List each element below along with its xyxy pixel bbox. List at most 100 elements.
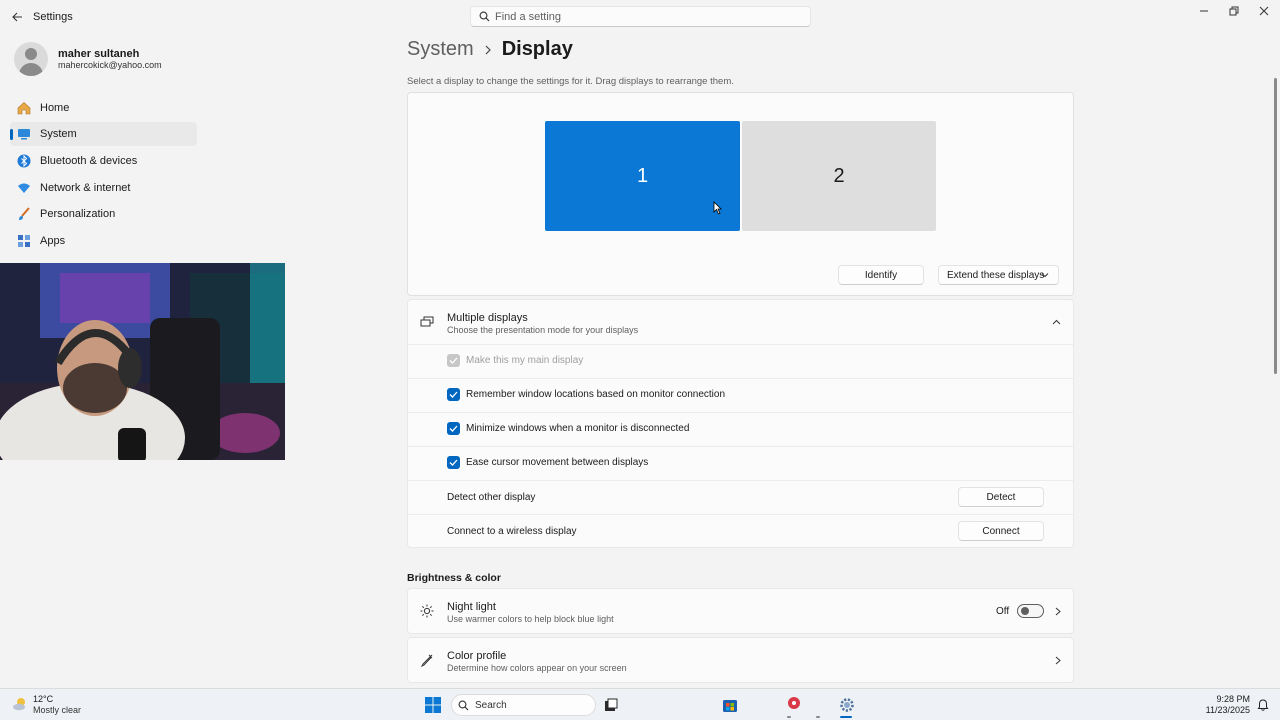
color-profile-card[interactable]: Color profile Determine how colors appea…	[407, 637, 1074, 683]
sidebar-item-bluetooth[interactable]: Bluetooth & devices	[10, 149, 197, 173]
main-display-option: Make this my main display	[447, 354, 583, 367]
scrollbar[interactable]	[1274, 78, 1277, 374]
remember-locations-checkbox[interactable]	[447, 388, 460, 401]
night-light-state: Off	[996, 606, 1010, 617]
ease-cursor-option[interactable]: Ease cursor movement between displays	[447, 456, 648, 469]
checkmark-icon	[449, 391, 458, 398]
sidebar-item-label: Personalization	[40, 208, 116, 220]
find-setting-search[interactable]	[470, 6, 811, 27]
record-app-icon	[788, 697, 800, 709]
restore-button[interactable]	[1219, 0, 1249, 22]
minimize-windows-checkbox[interactable]	[447, 422, 460, 435]
webcam-person-image	[0, 263, 285, 460]
eyedropper-icon	[420, 654, 433, 667]
store-button[interactable]	[720, 695, 740, 715]
chevron-right-icon	[485, 45, 491, 54]
search-icon	[479, 11, 490, 22]
minimize-button[interactable]	[1189, 0, 1219, 22]
main-display-checkbox	[447, 354, 460, 367]
weather-temperature[interactable]: 12°C	[33, 694, 53, 704]
night-light-subtitle: Use warmer colors to help block blue lig…	[447, 614, 614, 624]
app-title: Settings	[33, 11, 73, 23]
connect-button[interactable]: Connect	[958, 521, 1044, 541]
detect-other-display-label: Detect other display	[447, 492, 536, 503]
sidebar-item-system[interactable]: System	[10, 122, 197, 146]
recording-app-button[interactable]	[784, 695, 804, 715]
night-light-card[interactable]: Night light Use warmer colors to help bl…	[407, 588, 1074, 634]
webcam-overlay	[0, 263, 285, 460]
sidebar-item-network[interactable]: Network & internet	[10, 176, 197, 200]
remember-locations-label: Remember window locations based on monit…	[466, 389, 726, 400]
chevron-right-icon	[1055, 656, 1061, 665]
settings-app-button[interactable]	[837, 695, 857, 715]
detect-button[interactable]: Detect	[958, 487, 1044, 507]
checkmark-icon	[449, 425, 458, 432]
remember-locations-option[interactable]: Remember window locations based on monit…	[447, 388, 725, 401]
taskbar-search[interactable]: Search	[451, 694, 596, 716]
chevron-up-icon	[1052, 319, 1061, 325]
task-view-icon	[605, 698, 618, 711]
multiple-displays-subtitle: Choose the presentation mode for your di…	[447, 325, 639, 335]
user-email: mahercokick@yahoo.com	[58, 60, 162, 70]
search-icon	[458, 700, 469, 711]
monitor-2-tile[interactable]: 2	[742, 121, 936, 231]
windows-logo-icon	[425, 697, 441, 713]
store-icon	[723, 700, 737, 712]
avatar[interactable]	[14, 42, 48, 76]
home-icon	[17, 102, 31, 115]
multiple-displays-card: Multiple displays Choose the presentatio…	[407, 299, 1074, 548]
clock-time[interactable]: 9:28 PM	[1216, 694, 1250, 704]
checkmark-icon	[449, 357, 458, 364]
taskbar: 12°C Mostly clear Search 9:28 PM 11/23/2…	[0, 688, 1280, 720]
sidebar-item-label: Home	[40, 102, 70, 114]
arrange-hint: Select a display to change the settings …	[407, 76, 734, 87]
display-arrangement-panel: 1 2 Identify Extend these displays	[407, 92, 1074, 296]
back-button[interactable]	[8, 8, 26, 26]
close-icon	[1259, 6, 1269, 16]
ease-cursor-checkbox[interactable]	[447, 456, 460, 469]
search-input[interactable]	[495, 9, 795, 24]
chevron-right-icon	[1055, 607, 1061, 616]
wireless-display-label: Connect to a wireless display	[447, 526, 577, 537]
sidebar-item-label: Apps	[40, 235, 66, 247]
bluetooth-icon	[17, 154, 31, 168]
sidebar-item-home[interactable]: Home	[10, 96, 197, 120]
brightness-section-title: Brightness & color	[407, 572, 501, 584]
minimize-windows-label: Minimize windows when a monitor is disco…	[466, 423, 690, 434]
brush-icon	[19, 207, 30, 220]
running-indicator	[816, 716, 820, 718]
taskbar-app-button[interactable]	[808, 695, 828, 715]
title-bar: Settings	[0, 0, 1280, 34]
ease-cursor-label: Ease cursor movement between displays	[466, 457, 649, 468]
identify-button[interactable]: Identify	[838, 265, 924, 285]
sidebar-item-label: Network & internet	[40, 182, 131, 194]
monitor-icon	[18, 129, 30, 140]
multiple-displays-header[interactable]: Multiple displays Choose the presentatio…	[408, 300, 1073, 344]
display-mode-dropdown[interactable]: Extend these displays	[938, 265, 1059, 285]
task-view-button[interactable]	[601, 695, 621, 715]
apps-icon	[18, 235, 30, 247]
sidebar-item-apps[interactable]: Apps	[10, 229, 197, 253]
start-button[interactable]	[423, 695, 443, 715]
close-button[interactable]	[1249, 0, 1279, 22]
multiple-monitors-icon	[420, 316, 434, 327]
back-arrow-icon	[11, 12, 22, 22]
weather-condition[interactable]: Mostly clear	[33, 705, 81, 715]
main-display-label: Make this my main display	[466, 355, 584, 366]
clock-date[interactable]: 11/23/2025	[1206, 705, 1250, 715]
wifi-icon	[18, 183, 30, 193]
mouse-cursor-icon	[713, 201, 722, 215]
user-name: maher sultaneh	[58, 48, 140, 60]
active-app-indicator	[840, 716, 852, 718]
breadcrumb-parent[interactable]: System	[407, 38, 474, 61]
sun-icon	[420, 604, 434, 618]
night-light-title: Night light	[447, 601, 496, 613]
chevron-down-icon	[1041, 273, 1049, 278]
notification-bell-icon[interactable]	[1257, 699, 1269, 711]
sidebar-item-personalization[interactable]: Personalization	[10, 202, 197, 226]
display-mode-value: Extend these displays	[947, 269, 1045, 281]
night-light-toggle[interactable]	[1017, 604, 1044, 618]
sidebar-item-label: System	[40, 128, 77, 140]
minimize-windows-option[interactable]: Minimize windows when a monitor is disco…	[447, 422, 689, 435]
monitor-1-tile[interactable]: 1	[545, 121, 740, 231]
